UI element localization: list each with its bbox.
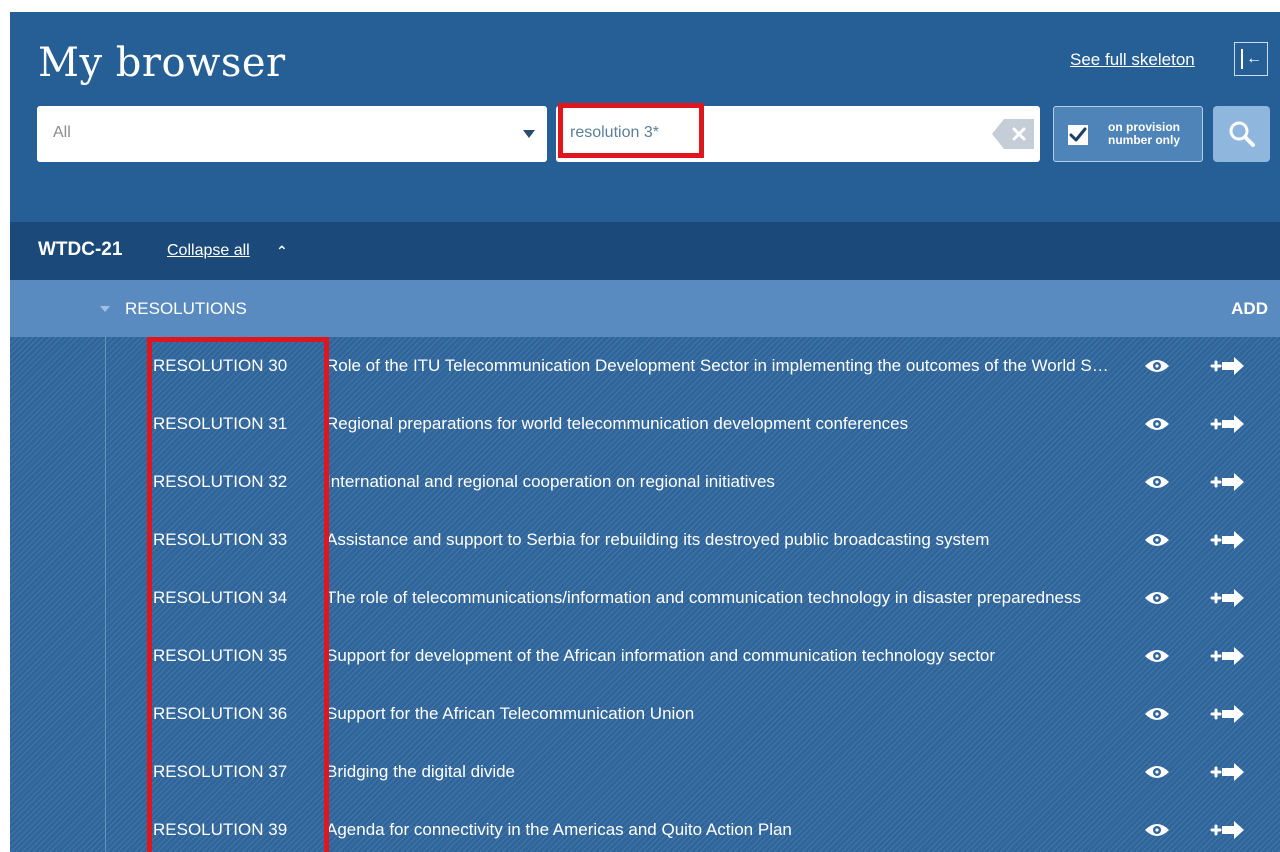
- tree-header: WTDC-21 Collapse all ⌃: [10, 222, 1280, 280]
- provision-label: on provision number only: [1098, 121, 1190, 147]
- add-button[interactable]: ADD: [1231, 299, 1268, 319]
- add-to-selection-icon[interactable]: [1208, 587, 1248, 609]
- resolution-title[interactable]: The role of telecommunications/informati…: [326, 588, 1116, 608]
- resolution-id[interactable]: RESOLUTION 39: [153, 820, 287, 840]
- list-item[interactable]: RESOLUTION 32 International and regional …: [10, 453, 1280, 511]
- collapse-triangle-icon[interactable]: [100, 306, 110, 312]
- page-title: My browser: [38, 40, 286, 86]
- see-full-skeleton-link[interactable]: See full skeleton: [1070, 50, 1195, 70]
- section-label: RESOLUTIONS: [125, 299, 247, 318]
- resolution-id[interactable]: RESOLUTION 37: [153, 762, 287, 782]
- add-to-selection-icon[interactable]: [1208, 645, 1248, 667]
- resolution-id[interactable]: RESOLUTION 32: [153, 472, 287, 492]
- panel-collapse-icon: [1241, 49, 1243, 69]
- chevron-down-icon: [523, 130, 535, 138]
- eye-icon[interactable]: [1143, 646, 1171, 666]
- list-item[interactable]: RESOLUTION 30 Role of the ITU Telecommuni…: [10, 337, 1280, 395]
- eye-icon[interactable]: [1143, 414, 1171, 434]
- add-to-selection-icon[interactable]: [1208, 761, 1248, 783]
- eye-icon[interactable]: [1143, 356, 1171, 376]
- list-item[interactable]: RESOLUTION 35 Support for development of …: [10, 627, 1280, 685]
- double-chevron-up-icon[interactable]: ⌃: [276, 243, 288, 260]
- resolution-id[interactable]: RESOLUTION 34: [153, 588, 287, 608]
- arrow-left-icon: ←: [1246, 50, 1262, 67]
- resolution-title[interactable]: Assistance and support to Serbia for reb…: [326, 530, 1116, 550]
- list-item[interactable]: RESOLUTION 33 Assistance and support to S…: [10, 511, 1280, 569]
- list-item[interactable]: RESOLUTION 31 Regional preparations for w…: [10, 395, 1280, 453]
- scope-select[interactable]: All: [37, 106, 547, 162]
- add-to-selection-icon[interactable]: [1208, 355, 1248, 377]
- tree-name: WTDC-21: [38, 239, 123, 260]
- list-item[interactable]: RESOLUTION 39 Agenda for connectivity in …: [10, 801, 1280, 852]
- resolution-list: RESOLUTION 30 Role of the ITU Telecommuni…: [10, 337, 1280, 852]
- eye-icon[interactable]: [1143, 588, 1171, 608]
- provision-number-only-toggle[interactable]: on provision number only: [1053, 106, 1203, 162]
- browser-panel: My browser See full skeleton ← All on pr…: [10, 12, 1280, 852]
- add-to-selection-icon[interactable]: [1208, 471, 1248, 493]
- provision-checkbox[interactable]: [1068, 125, 1088, 145]
- list-item[interactable]: RESOLUTION 34 The role of telecommunicati…: [10, 569, 1280, 627]
- eye-icon[interactable]: [1143, 820, 1171, 840]
- resolution-title[interactable]: Bridging the digital divide: [326, 762, 1116, 782]
- resolution-title[interactable]: Role of the ITU Telecommunication Develo…: [326, 356, 1116, 376]
- add-to-selection-icon[interactable]: [1208, 819, 1248, 841]
- resolution-title[interactable]: Support for the African Telecommunicatio…: [326, 704, 1116, 724]
- panel-collapse-button[interactable]: ←: [1234, 42, 1268, 76]
- resolution-id[interactable]: RESOLUTION 33: [153, 530, 287, 550]
- search-field[interactable]: [556, 106, 1040, 162]
- add-to-selection-icon[interactable]: [1208, 703, 1248, 725]
- resolution-title[interactable]: Regional preparations for world telecomm…: [326, 414, 1116, 434]
- eye-icon[interactable]: [1143, 762, 1171, 782]
- list-item[interactable]: RESOLUTION 37 Bridging the digital divide: [10, 743, 1280, 801]
- resolution-title[interactable]: Agenda for connectivity in the Americas …: [326, 820, 1116, 840]
- resolution-id[interactable]: RESOLUTION 36: [153, 704, 287, 724]
- resolution-title[interactable]: International and regional cooperation o…: [326, 472, 1116, 492]
- eye-icon[interactable]: [1143, 472, 1171, 492]
- list-item[interactable]: RESOLUTION 36 Support for the African Tel…: [10, 685, 1280, 743]
- search-input[interactable]: [570, 124, 870, 142]
- search-button[interactable]: [1213, 106, 1270, 162]
- resolution-id[interactable]: RESOLUTION 31: [153, 414, 287, 434]
- section-row-resolutions: RESOLUTIONS ADD: [10, 280, 1280, 337]
- magnifier-icon: [1229, 121, 1255, 147]
- eye-icon[interactable]: [1143, 530, 1171, 550]
- add-to-selection-icon[interactable]: [1208, 413, 1248, 435]
- collapse-all-link[interactable]: Collapse all: [167, 242, 250, 260]
- resolution-title[interactable]: Support for development of the African i…: [326, 646, 1116, 666]
- add-to-selection-icon[interactable]: [1208, 529, 1248, 551]
- resolution-id[interactable]: RESOLUTION 35: [153, 646, 287, 666]
- eye-icon[interactable]: [1143, 704, 1171, 724]
- clear-x-icon[interactable]: [992, 119, 1034, 149]
- resolution-id[interactable]: RESOLUTION 30: [153, 356, 287, 376]
- scope-select-value: All: [53, 124, 71, 141]
- provision-label-line2: number only: [1107, 133, 1180, 147]
